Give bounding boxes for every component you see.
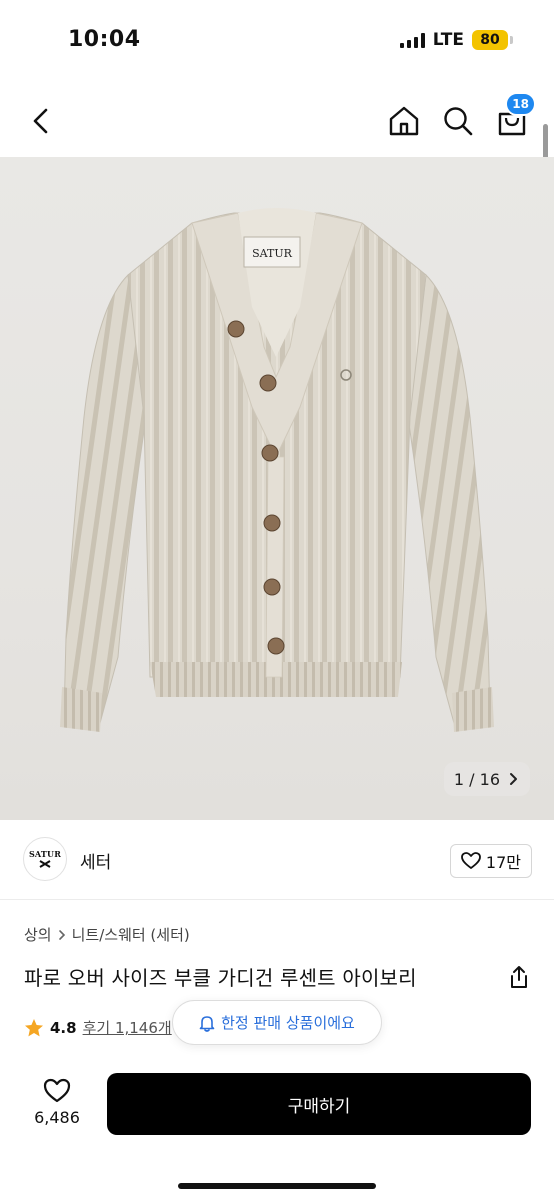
product-like-count: 6,486 — [34, 1108, 80, 1127]
search-button[interactable] — [442, 104, 474, 138]
review-link[interactable]: 후기 1,146개 — [83, 1017, 172, 1038]
rating-row: 4.8 후기 1,146개 — [24, 1017, 172, 1038]
battery-icon: 80 — [472, 30, 513, 50]
chevron-left-icon — [33, 108, 48, 134]
home-icon — [389, 106, 419, 136]
star-icon — [25, 1018, 43, 1036]
product-image-carousel[interactable]: SATUR 1 / 16 — [0, 157, 554, 820]
image-counter[interactable]: 1 / 16 — [443, 762, 530, 796]
top-nav: 18 — [0, 92, 554, 152]
breadcrumb-item-category[interactable]: 상의 — [24, 924, 52, 945]
signal-icon — [399, 32, 425, 48]
heart-icon — [461, 852, 481, 869]
nav-actions: 18 — [388, 92, 536, 138]
brand-name[interactable]: 세터 — [80, 848, 111, 873]
home-button[interactable] — [388, 104, 420, 138]
brand-logo-text: SATUR — [28, 849, 62, 859]
share-icon — [511, 966, 527, 988]
limited-sale-toast: 한정 판매 상품이에요 — [172, 1000, 382, 1045]
search-icon — [444, 107, 473, 136]
bottom-action-bar: 6,486 구매하기 — [0, 1058, 554, 1200]
share-button[interactable] — [508, 964, 530, 990]
product-title: 파로 오버 사이즈 부클 가디건 루센트 아이보리 — [24, 966, 417, 990]
cart-button[interactable]: 18 — [496, 92, 536, 138]
heart-icon — [43, 1078, 71, 1103]
chevron-right-icon — [510, 773, 517, 785]
product-image: SATUR — [60, 208, 494, 732]
toast-text: 한정 판매 상품이에요 — [221, 1014, 355, 1032]
brand-emblem-icon — [39, 860, 51, 868]
status-bar: 10:04 LTE 80 — [0, 0, 554, 84]
brand-row[interactable]: SATUR 세터 17만 — [0, 820, 554, 900]
breadcrumb: 상의 니트/스웨터 (세터) — [24, 924, 190, 945]
brand-logo[interactable]: SATUR — [23, 837, 67, 881]
buy-button[interactable]: 구매하기 — [107, 1073, 531, 1135]
chevron-right-icon — [58, 929, 65, 940]
rating-score: 4.8 — [50, 1018, 77, 1037]
bell-icon — [199, 1015, 215, 1032]
network-label: LTE — [432, 30, 464, 50]
breadcrumb-item-subcategory[interactable]: 니트/스웨터 (세터) — [72, 924, 190, 945]
battery-level: 80 — [480, 32, 500, 48]
status-time: 10:04 — [68, 27, 141, 52]
back-button[interactable] — [26, 104, 56, 138]
brand-like-count: 17만 — [485, 853, 521, 872]
brand-like-button[interactable]: 17만 — [449, 844, 532, 878]
cart-count-badge: 18 — [505, 92, 536, 116]
image-counter-text: 1 / 16 — [453, 769, 500, 789]
status-indicators: LTE 80 — [399, 30, 513, 50]
product-like-button[interactable]: 6,486 — [30, 1078, 84, 1127]
home-indicator — [178, 1183, 376, 1189]
label-text: SATUR — [252, 247, 292, 260]
